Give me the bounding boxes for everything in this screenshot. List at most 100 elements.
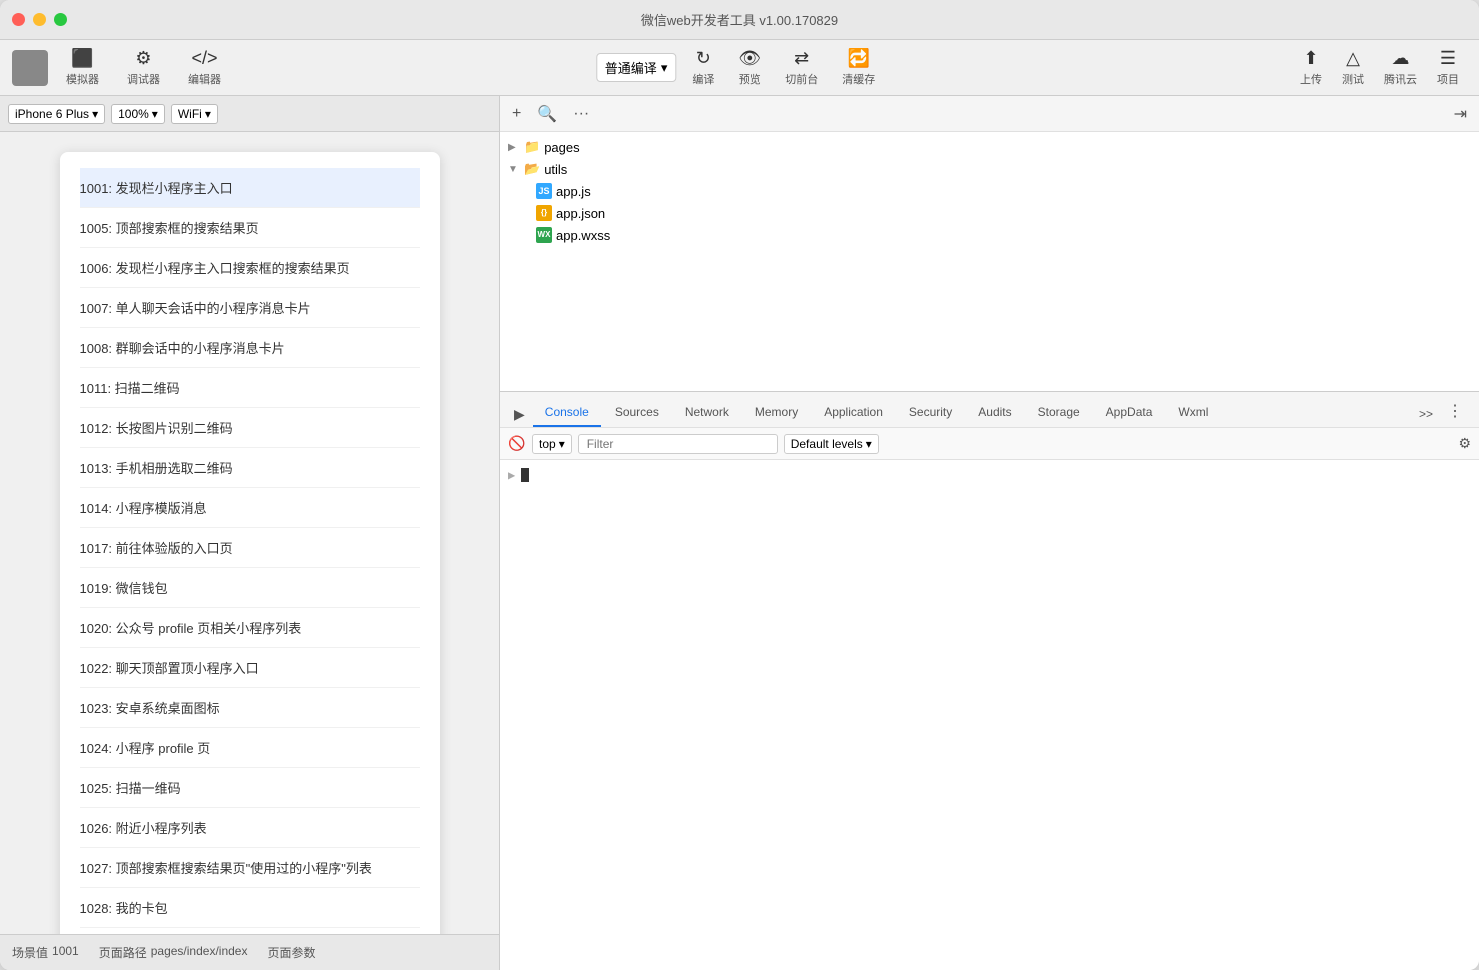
editor-label: 编辑器 bbox=[188, 71, 221, 87]
window-title: 微信web开发者工具 v1.00.170829 bbox=[641, 10, 838, 29]
scene-item[interactable]: 1006: 发现栏小程序主入口搜索框的搜索结果页 bbox=[80, 248, 420, 288]
console-context-select[interactable]: top ▾ bbox=[532, 434, 572, 454]
scene-item[interactable]: 1005: 顶部搜索框的搜索结果页 bbox=[80, 208, 420, 248]
page-path-label: 页面路径 bbox=[99, 944, 147, 961]
tab-console[interactable]: Console bbox=[533, 399, 601, 427]
sim-toolbar: iPhone 6 Plus ▾ 100% ▾ WiFi ▾ bbox=[0, 96, 499, 132]
editor-button[interactable]: </> 编辑器 bbox=[178, 44, 231, 91]
console-prompt: ▶ bbox=[508, 468, 1471, 482]
tab-security[interactable]: Security bbox=[897, 399, 964, 427]
search-files-button[interactable]: 🔍 bbox=[533, 102, 561, 126]
scene-value-item: 场景值 1001 bbox=[12, 944, 79, 961]
tab-sources[interactable]: Sources bbox=[603, 399, 671, 427]
tree-item-appwxss[interactable]: WX app.wxss bbox=[500, 224, 1479, 246]
device-name: iPhone 6 Plus bbox=[15, 107, 89, 121]
tree-item-appjson[interactable]: {} app.json bbox=[500, 202, 1479, 224]
test-button[interactable]: △ 测试 bbox=[1334, 44, 1372, 91]
switch-button[interactable]: ⇄ 切前台 bbox=[777, 44, 826, 91]
sim-content: 1001: 发现栏小程序主入口1005: 顶部搜索框的搜索结果页1006: 发现… bbox=[0, 132, 499, 934]
folder-icon: 📁 bbox=[524, 139, 540, 155]
titlebar: 微信web开发者工具 v1.00.170829 bbox=[0, 0, 1479, 40]
scene-item[interactable]: 1017: 前往体验版的入口页 bbox=[80, 528, 420, 568]
scene-item[interactable]: 1013: 手机相册选取二维码 bbox=[80, 448, 420, 488]
scene-item[interactable]: 1001: 发现栏小程序主入口 bbox=[80, 168, 420, 208]
more-options-button[interactable]: ··· bbox=[569, 103, 593, 125]
scene-item[interactable]: 1007: 单人聊天会话中的小程序消息卡片 bbox=[80, 288, 420, 328]
scene-item[interactable]: 1012: 长按图片识别二维码 bbox=[80, 408, 420, 448]
scene-item[interactable]: 1028: 我的卡包 bbox=[80, 888, 420, 928]
upload-button[interactable]: ⬆ 上传 bbox=[1292, 44, 1330, 91]
tab-storage[interactable]: Storage bbox=[1026, 399, 1092, 427]
main-window: 微信web开发者工具 v1.00.170829 ⬛ 模拟器 ⚙ 调试器 </> … bbox=[0, 0, 1479, 970]
scene-item[interactable]: 1025: 扫描一维码 bbox=[80, 768, 420, 808]
tab-appdata[interactable]: AppData bbox=[1094, 399, 1165, 427]
tree-item-utils[interactable]: ▼ 📂 utils bbox=[500, 158, 1479, 180]
simulator-label: 模拟器 bbox=[66, 71, 99, 87]
console-filter-input[interactable] bbox=[578, 434, 778, 454]
cloud-icon: ☁ bbox=[1392, 48, 1410, 69]
scene-item[interactable]: 1027: 顶部搜索框搜索结果页"使用过的小程序"列表 bbox=[80, 848, 420, 888]
project-button[interactable]: ☰ 项目 bbox=[1429, 44, 1467, 91]
close-button[interactable] bbox=[12, 13, 25, 26]
context-value: top bbox=[539, 437, 556, 451]
tree-item-appjs[interactable]: JS app.js bbox=[500, 180, 1479, 202]
chevron-icon: ▾ bbox=[152, 107, 158, 121]
minimize-button[interactable] bbox=[33, 13, 46, 26]
collapse-arrow: ▶ bbox=[508, 142, 520, 153]
page-path-value: pages/index/index bbox=[151, 944, 248, 961]
chevron-down-icon: ▾ bbox=[661, 60, 668, 76]
refresh-button[interactable]: ↻ 编译 bbox=[684, 44, 722, 91]
more-tabs-button[interactable]: >> bbox=[1415, 401, 1437, 427]
menu-icon: ☰ bbox=[1440, 48, 1456, 69]
file-toolbar: + 🔍 ··· ⇥ bbox=[500, 96, 1479, 132]
file-tree: ▶ 📁 pages ▼ 📂 utils JS app.js {} bbox=[500, 132, 1479, 392]
tab-audits[interactable]: Audits bbox=[966, 399, 1023, 427]
scene-item[interactable]: 1022: 聊天顶部置顶小程序入口 bbox=[80, 648, 420, 688]
upload-icon: ⬆ bbox=[1303, 48, 1318, 69]
collapse-panel-button[interactable]: ⇥ bbox=[1450, 102, 1471, 126]
tab-network[interactable]: Network bbox=[673, 399, 741, 427]
scene-item[interactable]: 1023: 安卓系统桌面图标 bbox=[80, 688, 420, 728]
chevron-icon: ▾ bbox=[205, 107, 211, 121]
scene-item[interactable]: 1026: 附近小程序列表 bbox=[80, 808, 420, 848]
simulator-button[interactable]: ⬛ 模拟器 bbox=[56, 44, 109, 91]
console-toolbar: 🚫 top ▾ Default levels ▾ ⚙ bbox=[500, 428, 1479, 460]
scene-list: 1001: 发现栏小程序主入口1005: 顶部搜索框的搜索结果页1006: 发现… bbox=[80, 168, 420, 934]
tab-memory[interactable]: Memory bbox=[743, 399, 810, 427]
simulator-icon: ⬛ bbox=[71, 48, 93, 69]
toolbar-center: 普通编译 ▾ ↻ 编译 👁 预览 ⇄ 切前台 🔁 清缓存 bbox=[596, 44, 883, 91]
device-select[interactable]: iPhone 6 Plus ▾ bbox=[8, 104, 105, 124]
eye-icon: 👁 bbox=[738, 48, 761, 69]
tree-item-pages[interactable]: ▶ 📁 pages bbox=[500, 136, 1479, 158]
compile-select[interactable]: 普通编译 ▾ bbox=[596, 53, 677, 82]
scene-item[interactable]: 1024: 小程序 profile 页 bbox=[80, 728, 420, 768]
log-level-select[interactable]: Default levels ▾ bbox=[784, 434, 879, 454]
scene-item[interactable]: 1019: 微信钱包 bbox=[80, 568, 420, 608]
console-content[interactable]: ▶ bbox=[500, 460, 1479, 970]
debugger-button[interactable]: ⚙ 调试器 bbox=[117, 44, 170, 91]
console-settings-button[interactable]: ⚙ bbox=[1458, 435, 1471, 452]
network-select[interactable]: WiFi ▾ bbox=[171, 104, 218, 124]
preview-button[interactable]: 👁 预览 bbox=[730, 44, 769, 91]
scene-item[interactable]: 1020: 公众号 profile 页相关小程序列表 bbox=[80, 608, 420, 648]
add-file-button[interactable]: + bbox=[508, 103, 525, 125]
scene-item[interactable]: 1011: 扫描二维码 bbox=[80, 368, 420, 408]
toolbar-left: ⬛ 模拟器 ⚙ 调试器 </> 编辑器 bbox=[12, 44, 231, 91]
tabs-menu-button[interactable]: ⋮ bbox=[1439, 395, 1471, 427]
zoom-select[interactable]: 100% ▾ bbox=[111, 104, 165, 124]
file-name: pages bbox=[544, 140, 579, 155]
maximize-button[interactable] bbox=[54, 13, 67, 26]
scene-item[interactable]: 1008: 群聊会话中的小程序消息卡片 bbox=[80, 328, 420, 368]
cloud-button[interactable]: ☁ 腾讯云 bbox=[1376, 44, 1425, 91]
scene-item[interactable]: 1014: 小程序模版消息 bbox=[80, 488, 420, 528]
console-clear-button[interactable]: 🚫 bbox=[508, 435, 526, 453]
tab-application[interactable]: Application bbox=[812, 399, 895, 427]
main-content: iPhone 6 Plus ▾ 100% ▾ WiFi ▾ 1001: 发现栏小… bbox=[0, 96, 1479, 970]
scene-value: 1001 bbox=[52, 944, 79, 961]
clear-cache-button[interactable]: 🔁 清缓存 bbox=[834, 44, 883, 91]
inspect-button[interactable]: ▶ bbox=[508, 402, 531, 427]
debugger-icon: ⚙ bbox=[135, 48, 151, 69]
tab-wxml[interactable]: Wxml bbox=[1166, 399, 1220, 427]
file-name: app.js bbox=[556, 184, 591, 199]
page-path-item: 页面路径 pages/index/index bbox=[99, 944, 248, 961]
